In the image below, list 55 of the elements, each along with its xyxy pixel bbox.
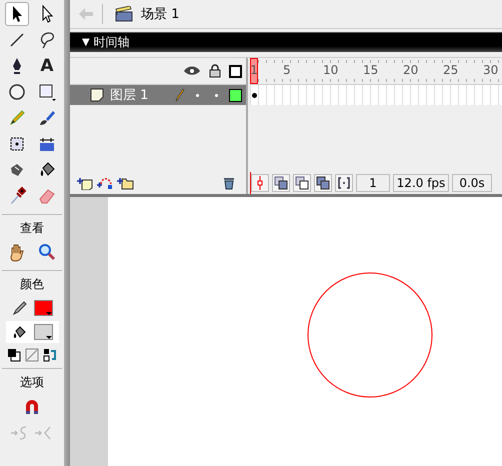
frame-number: 20: [402, 63, 418, 77]
trash-icon[interactable]: [222, 176, 236, 190]
no-color-icon[interactable]: [25, 348, 39, 362]
pencil-icon: [12, 300, 28, 316]
overlapping-squares-icon: [316, 176, 330, 190]
clapperboard-icon: [115, 6, 133, 22]
keyframe-dot[interactable]: [252, 93, 257, 98]
timeline-title[interactable]: 时间轴: [94, 34, 130, 51]
outline-icon[interactable]: [229, 64, 242, 78]
center-frame-button[interactable]: [251, 174, 269, 192]
scene-label[interactable]: 场景 1: [141, 5, 180, 23]
overlapping-squares-icon: [295, 176, 309, 190]
section-title: 颜色: [20, 276, 44, 293]
layer-name: 图层 1: [110, 87, 148, 104]
lock-dot[interactable]: [215, 94, 218, 96]
onion-outline-button[interactable]: [293, 174, 311, 192]
layer-row[interactable]: 图层 1: [70, 84, 246, 105]
edit-frames-button[interactable]: [314, 174, 332, 192]
onion-skin-button[interactable]: [272, 174, 290, 192]
layer-color-square[interactable]: [229, 88, 242, 102]
elapsed-time-field: 0.0s: [452, 174, 492, 192]
magnifier-icon: [37, 242, 57, 262]
overlapping-squares-icon: [274, 176, 288, 190]
frame-rate-field: 12.0 fps: [393, 174, 449, 192]
current-frame-field: 1: [356, 174, 390, 192]
visible-dot[interactable]: [196, 94, 199, 96]
frame-number: 10: [322, 63, 338, 77]
text-tool-button[interactable]: A: [35, 54, 59, 78]
add-guide-layer-icon[interactable]: [96, 176, 114, 190]
frame-number: 5: [282, 63, 291, 77]
frame-marker-icon: [256, 176, 264, 190]
add-folder-icon[interactable]: [116, 176, 134, 190]
pencil-icon: [175, 88, 185, 102]
brackets-icon: [337, 176, 351, 190]
fill-color-swatch[interactable]: [34, 324, 52, 340]
onion-markers-button[interactable]: [335, 174, 353, 192]
swap-colors-icon[interactable]: [43, 348, 57, 362]
default-colors-icon[interactable]: [7, 348, 21, 362]
collapse-toggle[interactable]: ▼: [82, 37, 90, 48]
eye-icon[interactable]: [183, 66, 201, 76]
pencil-icon: [7, 108, 27, 128]
rect-icon: [37, 82, 57, 102]
lock-icon[interactable]: [209, 64, 221, 78]
bucket-icon: [12, 324, 28, 340]
section-title: 选项: [20, 374, 44, 391]
frame-number: 30: [482, 63, 498, 77]
layer-icon: [90, 88, 104, 102]
oval-icon: [7, 82, 27, 102]
brush-icon: [37, 108, 57, 128]
add-layer-icon[interactable]: [76, 176, 94, 190]
arrow-tool-button[interactable]: [5, 2, 29, 26]
frame-number: 15: [362, 63, 378, 77]
frame-number: 25: [442, 63, 458, 77]
section-title: 查看: [20, 220, 44, 237]
stroke-color-swatch[interactable]: [34, 300, 52, 316]
